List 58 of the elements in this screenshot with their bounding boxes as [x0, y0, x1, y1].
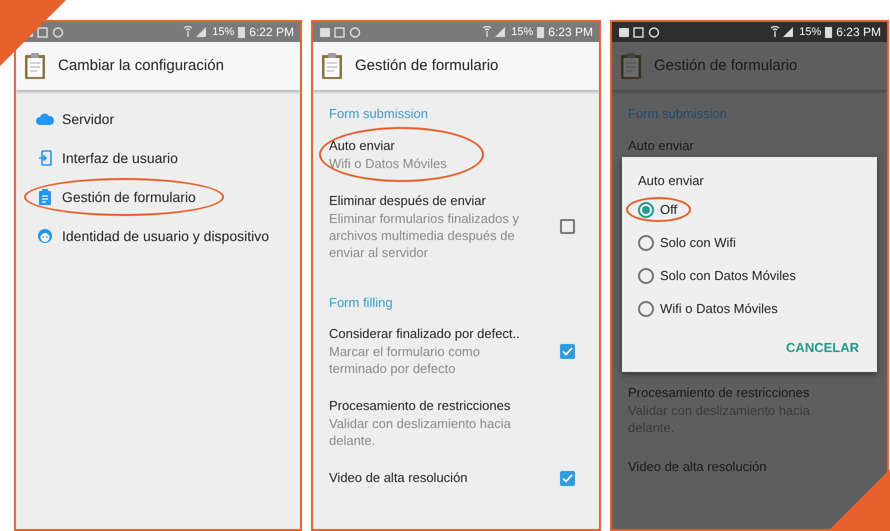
- signal-icon: [481, 26, 508, 38]
- section-header: Form submission: [627, 105, 728, 123]
- menu-item[interactable]: Gestión de formulario: [36, 187, 196, 207]
- check-icon: [562, 474, 573, 482]
- screen-title: Gestión de formulario: [355, 56, 498, 76]
- battery-icon: [825, 26, 832, 38]
- checkbox[interactable]: [560, 470, 575, 486]
- clipboard-icon: [24, 52, 46, 80]
- notification-icons: [319, 26, 363, 38]
- battery-percent: 15%: [212, 24, 234, 40]
- screen-title: Cambiar la configuración: [58, 56, 224, 76]
- setting-title: Auto enviar: [627, 136, 695, 154]
- radio-button[interactable]: [638, 202, 654, 218]
- setting-title: Video de alta resolución: [329, 469, 469, 487]
- clock-time: 6:23 PM: [836, 24, 881, 41]
- device-icon: [38, 150, 52, 166]
- signal-icon: [769, 26, 796, 38]
- setting-summary: Eliminar formularios finalizados y archivos multimedia después de enviar al servidor: [329, 210, 520, 260]
- setting-title: Video de alta resolución: [628, 458, 768, 476]
- battery-icon: [537, 26, 544, 38]
- setting-title: Considerar finalizado por defect..: [329, 325, 521, 343]
- checkbox[interactable]: [560, 344, 575, 358]
- settings-row[interactable]: Auto enviar Wifi o Datos Móviles: [329, 136, 583, 172]
- clock-time: 6:23 PM: [548, 24, 593, 41]
- clock-time: 6:22 PM: [249, 24, 294, 41]
- clipboard-icon: [39, 189, 51, 205]
- settings-row[interactable]: Video de alta resolución: [329, 469, 583, 487]
- setting-summary: Wifi o Datos Móviles: [329, 154, 448, 172]
- section-header: Form submission: [329, 105, 429, 123]
- check-icon: [562, 346, 573, 356]
- setting-title: Procesamiento de restricciones: [628, 384, 810, 402]
- battery-icon: [238, 26, 246, 38]
- radio-button[interactable]: [638, 234, 654, 250]
- setting-title: Auto enviar: [329, 136, 396, 154]
- cloud-icon: [36, 113, 54, 125]
- settings-row[interactable]: Eliminar después de enviar Eliminar formularios finalizados y archivos multimedia después de enviar al servidor: [329, 192, 583, 260]
- setting-title: Eliminar después de enviar: [329, 192, 487, 210]
- face-icon: [37, 228, 53, 244]
- menu-item[interactable]: Servidor: [36, 109, 114, 129]
- battery-percent: 15%: [799, 24, 822, 40]
- clipboard-icon: [620, 52, 642, 80]
- notification-icons: [618, 26, 662, 38]
- section-header: Form filling: [329, 294, 394, 312]
- setting-summary: Marcar el formulario como terminado por defecto: [329, 343, 481, 377]
- checkbox[interactable]: [560, 218, 575, 234]
- settings-row[interactable]: Considerar finalizado por defect.. Marcar el formulario como terminado por defecto: [329, 325, 583, 377]
- setting-summary: Validar con deslizamiento hacia delante.: [329, 415, 512, 449]
- signal-icon: [182, 26, 208, 38]
- menu-item[interactable]: Interfaz de usuario: [36, 148, 178, 168]
- radio-button[interactable]: [638, 268, 654, 284]
- menu-item[interactable]: Identidad de usuario y dispositivo: [36, 226, 270, 246]
- clipboard-icon: [321, 52, 343, 80]
- screen-title: Gestión de formulario: [654, 56, 798, 76]
- settings-row[interactable]: Procesamiento de restricciones Validar con deslizamiento hacia delante.: [329, 397, 583, 449]
- setting-title: Procesamiento de restricciones: [329, 397, 512, 415]
- battery-percent: 15%: [511, 24, 534, 40]
- dialog-title: Auto enviar: [638, 172, 705, 190]
- radio-button[interactable]: [638, 300, 654, 316]
